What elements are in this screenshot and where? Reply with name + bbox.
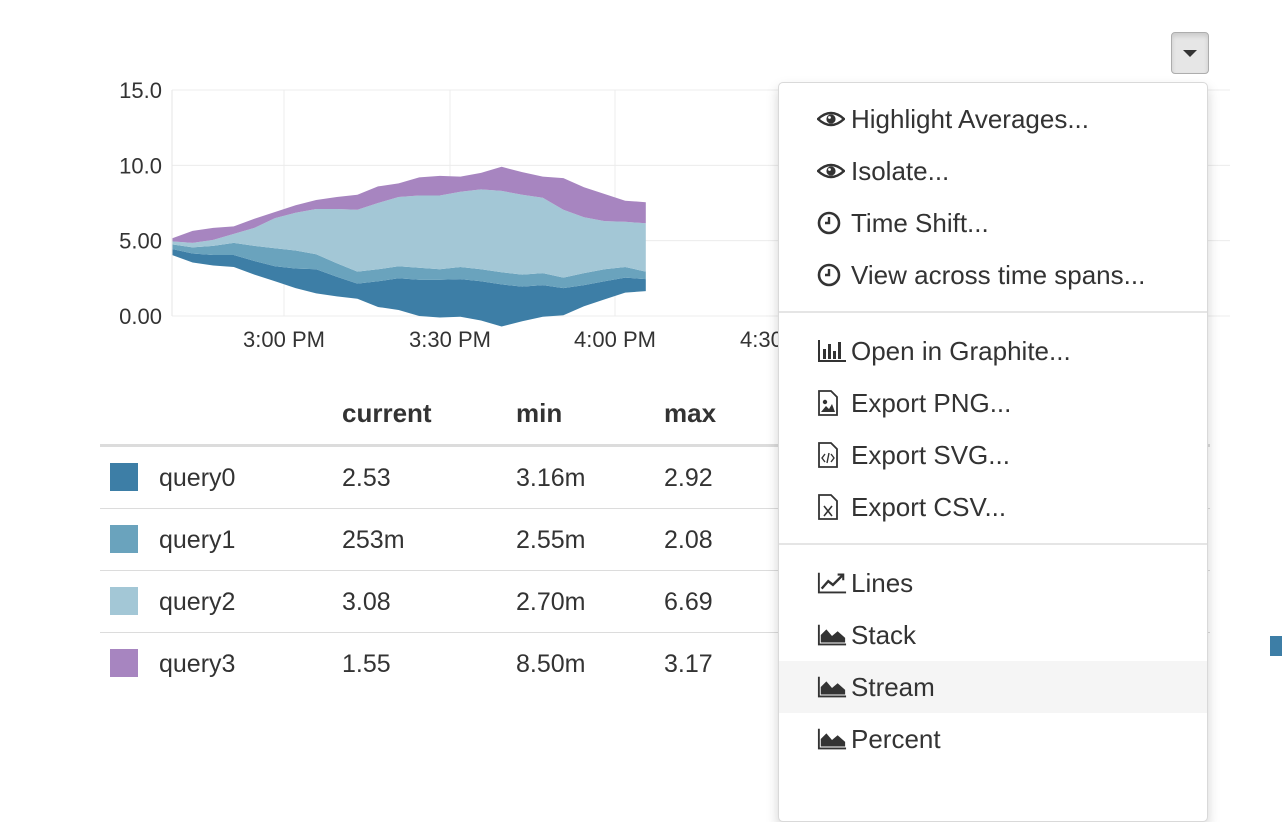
menu-item-label: Percent: [851, 723, 941, 754]
legend-swatch: [110, 587, 138, 615]
menu-item-stream[interactable]: Stream: [779, 661, 1207, 713]
menu-item-percent[interactable]: Percent: [779, 713, 1207, 765]
x-tick-label: 3:00 PM: [243, 327, 325, 352]
legend-min-value: 2.55m: [516, 526, 586, 554]
legend-series-name: query1: [159, 526, 236, 554]
legend-min-value: 3.16m: [516, 464, 586, 492]
menu-item-label: Export CSV...: [851, 491, 1007, 522]
chart-areas[interactable]: [172, 166, 646, 327]
legend-header-min[interactable]: min: [516, 398, 562, 429]
menu-item-label: Isolate...: [851, 155, 950, 186]
y-tick-label: 5.00: [119, 229, 162, 254]
area-chart-icon: [817, 726, 847, 752]
eye-icon: [817, 158, 847, 184]
line-chart-icon: [817, 570, 847, 596]
menu-item-view-across-time-spans[interactable]: View across time spans...: [779, 249, 1207, 301]
legend-current-value: 253m: [342, 526, 405, 554]
file-code-icon: [817, 442, 847, 468]
chart-options-dropdown-toggle[interactable]: [1171, 32, 1209, 74]
legend-header-max[interactable]: max: [664, 398, 716, 429]
menu-item-label: Export PNG...: [851, 387, 1012, 418]
menu-item-export-png[interactable]: Export PNG...: [779, 377, 1207, 429]
area-chart-icon: [817, 674, 847, 700]
menu-item-stack[interactable]: Stack: [779, 609, 1207, 661]
legend-min-value: 8.50m: [516, 650, 586, 678]
menu-item-lines[interactable]: Lines: [779, 557, 1207, 609]
y-tick-label: 0.00: [119, 304, 162, 329]
legend-series-name: query0: [159, 464, 236, 492]
clock-icon: [817, 262, 847, 288]
y-tick-label: 10.0: [119, 153, 162, 178]
eye-icon: [817, 106, 847, 132]
area-chart-icon: [817, 622, 847, 648]
menu-item-open-in-graphite[interactable]: Open in Graphite...: [779, 325, 1207, 377]
legend-swatch: [110, 525, 138, 553]
menu-divider: [779, 311, 1207, 313]
legend-min-value: 2.70m: [516, 588, 586, 616]
legend-header-current[interactable]: current: [342, 398, 432, 429]
clock-icon: [817, 210, 847, 236]
legend-current-value: 1.55: [342, 650, 391, 678]
legend-current-value: 3.08: [342, 588, 391, 616]
menu-item-label: Lines: [851, 567, 914, 598]
partial-legend-swatch: [1270, 636, 1282, 656]
menu-item-highlight-averages[interactable]: Highlight Averages...: [779, 93, 1207, 145]
legend-swatch: [110, 463, 138, 491]
x-tick-label: 3:30 PM: [409, 327, 491, 352]
legend-max-value: 2.92: [664, 464, 713, 492]
menu-item-label: Open in Graphite...: [851, 335, 1071, 366]
menu-item-export-svg[interactable]: Export SVG...: [779, 429, 1207, 481]
menu-item-isolate[interactable]: Isolate...: [779, 145, 1207, 197]
menu-item-time-shift[interactable]: Time Shift...: [779, 197, 1207, 249]
y-tick-label: 15.0: [119, 78, 162, 103]
menu-item-label: View across time spans...: [851, 259, 1146, 290]
bar-chart-icon: [817, 338, 847, 364]
menu-item-export-csv[interactable]: Export CSV...: [779, 481, 1207, 533]
legend-max-value: 2.08: [664, 526, 713, 554]
legend-max-value: 3.17: [664, 650, 713, 678]
file-image-icon: [817, 390, 847, 416]
legend-series-name: query3: [159, 650, 236, 678]
x-tick-label: 4:00 PM: [574, 327, 656, 352]
legend-current-value: 2.53: [342, 464, 391, 492]
menu-item-label: Export SVG...: [851, 439, 1010, 470]
legend-max-value: 6.69: [664, 588, 713, 616]
legend-series-name: query2: [159, 588, 236, 616]
menu-item-label: Stream: [851, 671, 935, 702]
menu-divider: [779, 543, 1207, 545]
menu-item-label: Highlight Averages...: [851, 103, 1089, 134]
caret-down-icon: [1183, 49, 1197, 57]
menu-item-label: Time Shift...: [851, 207, 989, 238]
file-excel-icon: [817, 494, 847, 520]
legend-swatch: [110, 649, 138, 677]
chart-options-menu: Highlight Averages... Isolate... Time Shif…: [778, 82, 1208, 822]
menu-item-label: Stack: [851, 619, 917, 650]
